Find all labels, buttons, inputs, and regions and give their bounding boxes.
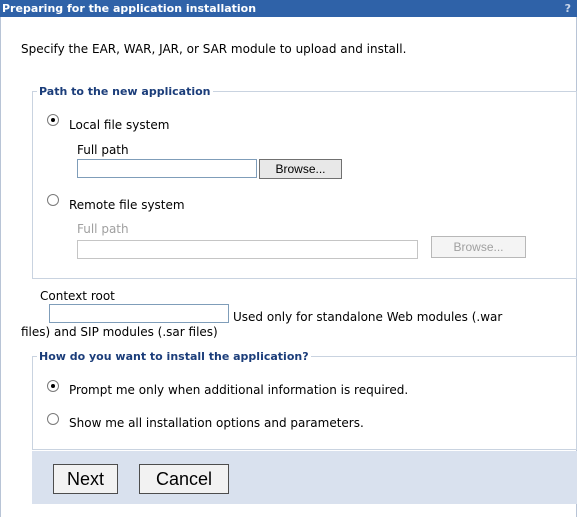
remote-full-path-input [77,240,418,259]
local-file-system-radio[interactable] [47,114,59,126]
remote-file-system-label: Remote file system [69,198,185,212]
button-bar: Next Cancel [32,451,577,504]
context-root-label: Context root [40,289,115,303]
remote-full-path-label: Full path [77,222,129,236]
context-root-hint-line2: files) and SIP modules (.sar files) [21,325,218,339]
context-root-hint-line1: Used only for standalone Web modules (.w… [233,310,503,324]
dialog-title: Preparing for the application installati… [2,2,257,15]
remote-file-system-radio[interactable] [47,194,59,206]
local-file-system-label: Local file system [69,118,170,132]
local-full-path-input[interactable] [77,159,257,178]
local-browse-button[interactable]: Browse... [259,159,342,179]
cancel-button[interactable]: Cancel [139,464,229,494]
next-button[interactable]: Next [53,464,118,494]
path-legend: Path to the new application [39,85,211,98]
install-legend: How do you want to install the applicati… [39,350,309,363]
dialog-title-bar: Preparing for the application installati… [0,0,577,17]
install-fieldset: How do you want to install the applicati… [32,350,577,450]
intro-text: Specify the EAR, WAR, JAR, or SAR module… [21,42,407,56]
show-all-options-label: Show me all installation options and par… [69,416,364,430]
prompt-only-radio[interactable] [47,380,59,392]
remote-browse-button: Browse... [431,236,526,258]
prompt-only-label: Prompt me only when additional informati… [69,383,409,397]
help-icon[interactable]: ? [565,0,571,17]
context-root-input[interactable] [49,304,229,323]
local-full-path-label: Full path [77,143,129,157]
show-all-options-radio[interactable] [47,413,59,425]
